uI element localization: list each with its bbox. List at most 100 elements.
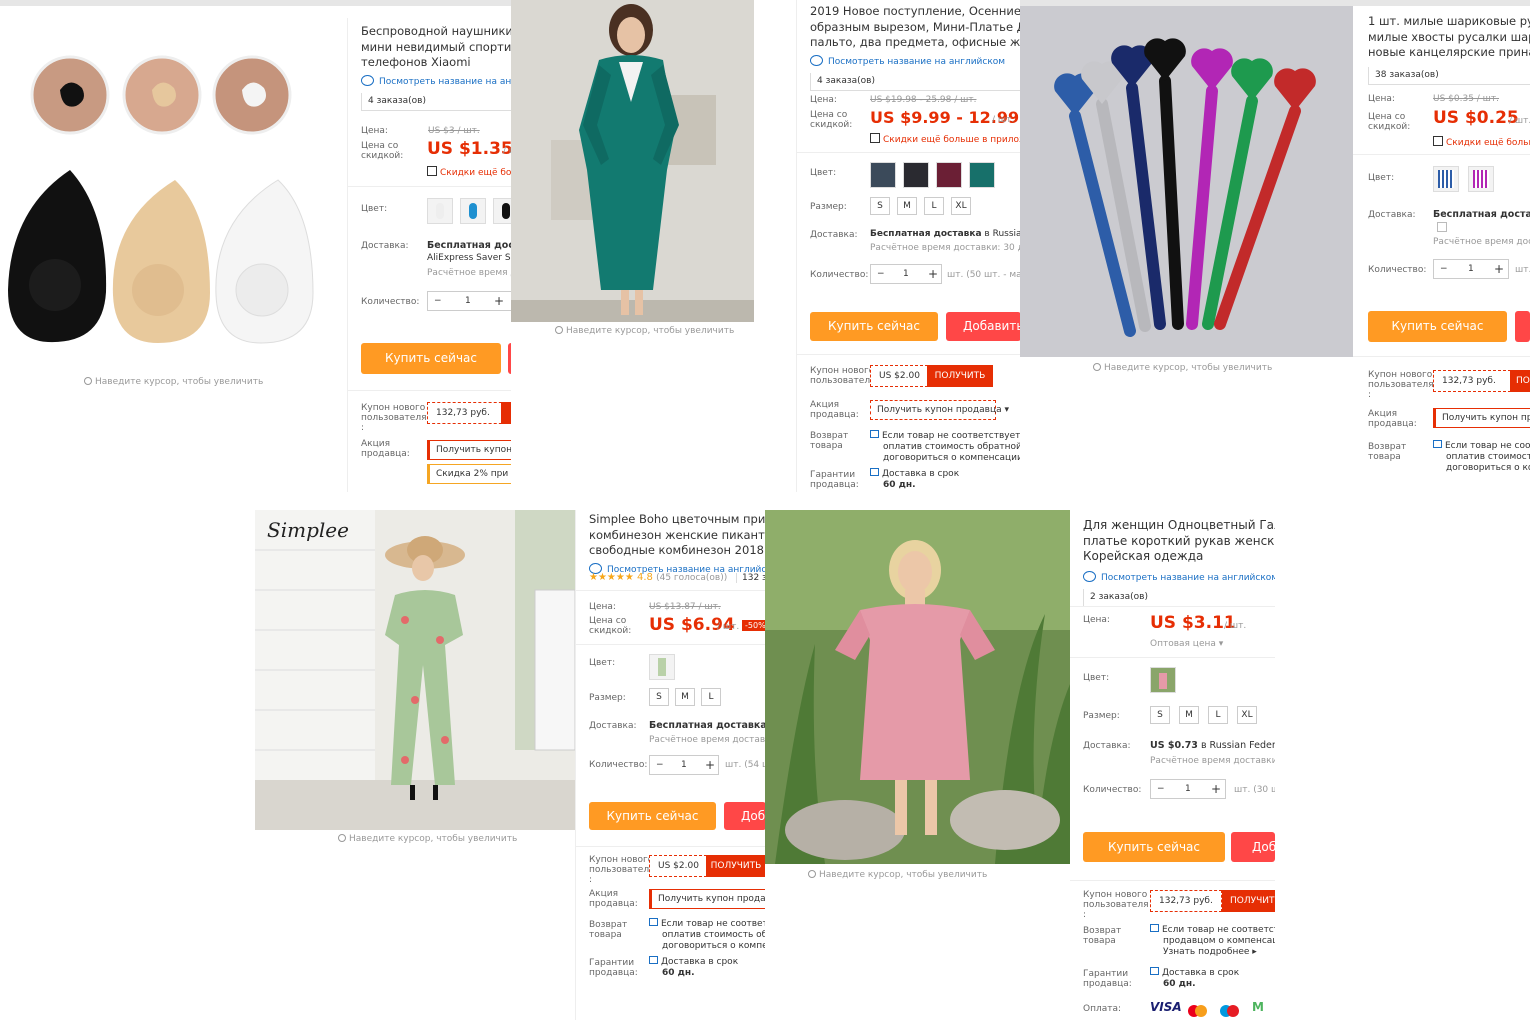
color-swatch[interactable] xyxy=(903,162,929,188)
qr-icon xyxy=(427,166,437,176)
seller-coupon-dropdown[interactable]: Получить купон продавца xyxy=(649,889,765,909)
return-icon xyxy=(1433,440,1442,448)
price-label: Цена: xyxy=(589,602,616,612)
buy-now-button[interactable]: Купить сейчас xyxy=(1083,832,1225,862)
product-image-jumpsuit[interactable] xyxy=(255,510,575,830)
color-swatch[interactable] xyxy=(936,162,962,188)
guarantee-label: Гарантии продавца: xyxy=(589,958,638,978)
translate-link[interactable]: Посмотреть название на английском xyxy=(810,54,1021,67)
qty-plus-button[interactable]: + xyxy=(1494,260,1504,278)
coupon-label: Купон нового пользователя: xyxy=(1083,890,1149,920)
qty-minus-button[interactable]: − xyxy=(656,756,664,774)
size-option[interactable]: M xyxy=(675,688,695,706)
seller-coupon-dropdown[interactable]: Получить купон продавца xyxy=(1433,408,1530,428)
color-swatch-white[interactable] xyxy=(493,198,511,224)
translate-link[interactable]: Посмотреть название на английском xyxy=(361,74,511,87)
size-option[interactable]: L xyxy=(924,197,944,215)
add-to-cart-button[interactable]: Добавить в корзину xyxy=(946,312,1021,341)
color-swatch[interactable] xyxy=(1433,166,1459,192)
truck-icon xyxy=(649,956,658,964)
qty-minus-button[interactable]: − xyxy=(434,292,442,310)
shipping-service[interactable]: AliExpress Saver Shipping xyxy=(427,253,511,263)
product-title-line: комбинезон женские пикантные Высокая xyxy=(589,527,765,542)
size-option[interactable]: M xyxy=(1179,706,1199,724)
product-image-pink-dress[interactable] xyxy=(765,510,1070,864)
product-image-earphones[interactable] xyxy=(0,20,340,360)
learn-more-link[interactable]: Узнать подробнее ▸ xyxy=(1150,947,1275,958)
color-swatch[interactable] xyxy=(649,654,675,680)
size-option[interactable]: M xyxy=(897,197,917,215)
mastercard-icon xyxy=(1188,1002,1207,1020)
product-title-line: 1 шт. милые шариковые ручки xyxy=(1368,14,1530,28)
qty-plus-button[interactable]: + xyxy=(705,756,715,774)
shipping-label: Доставка: xyxy=(1368,210,1416,220)
old-price: US $3 / шт. xyxy=(428,126,480,136)
quantity-stepper[interactable]: − 1 + xyxy=(1150,779,1226,799)
zoom-hint: Наведите курсор, чтобы увеличить xyxy=(84,377,263,387)
app-promo[interactable]: Скидки ещё больше xyxy=(1433,136,1530,148)
order-count: 38 заказа(ов) xyxy=(1368,66,1530,85)
product-image-teal-dress[interactable] xyxy=(511,0,754,322)
buy-now-button[interactable]: Купить сейчас xyxy=(810,312,938,341)
size-option[interactable]: S xyxy=(870,197,890,215)
buy-now-button[interactable]: Купить сейчас xyxy=(1368,311,1507,342)
shipping-dropdown-toggle[interactable] xyxy=(1437,222,1447,232)
color-swatch[interactable] xyxy=(1150,667,1176,693)
product-title-line: свободные комбинезон 2018 Летние xyxy=(589,543,765,557)
product-image-pens[interactable] xyxy=(1020,6,1353,357)
color-swatch-black[interactable] xyxy=(427,198,453,224)
app-promo[interactable]: Скидки ещё больше в приложении xyxy=(870,133,1021,145)
color-swatch-blue[interactable] xyxy=(460,198,486,224)
coupon-get-button[interactable]: ПОЛУЧИТЬ xyxy=(1222,890,1275,912)
discount-label: Цена со скидкой: xyxy=(361,141,404,161)
color-label: Цвет: xyxy=(589,658,616,668)
qty-value[interactable]: 1 xyxy=(465,292,471,310)
buy-now-button[interactable]: Купить сейчас xyxy=(589,802,716,830)
size-option[interactable]: L xyxy=(1208,706,1228,724)
qty-plus-button[interactable]: + xyxy=(494,292,504,310)
app-promo[interactable]: Скидки ещё больше xyxy=(427,166,511,178)
color-label: Цвет: xyxy=(1083,673,1110,683)
discount-label: Цена со скидкой: xyxy=(1368,112,1411,132)
qty-value[interactable]: 1 xyxy=(1468,260,1474,278)
add-to-cart-button[interactable]: Добавить xyxy=(1231,832,1275,862)
quantity-stepper[interactable]: − 1 + xyxy=(427,291,511,311)
old-price: US $0.35 / шт. xyxy=(1433,94,1500,104)
add-to-cart-button[interactable] xyxy=(508,343,511,374)
qty-plus-button[interactable]: + xyxy=(928,265,938,283)
translate-icon xyxy=(1083,570,1096,582)
size-option[interactable]: L xyxy=(701,688,721,706)
quantity-stepper[interactable]: − 1 + xyxy=(1433,259,1509,279)
coupon-get-button[interactable]: ПОЛУЧИТЬ xyxy=(1510,370,1530,392)
wholesale-dropdown[interactable]: Оптовая цена ▾ xyxy=(1150,639,1223,649)
return-label: Возврат товара xyxy=(1368,442,1407,462)
coupon-get-button[interactable]: ПОЛУЧИТЬ xyxy=(706,855,765,877)
seller-coupon-dropdown[interactable]: Получить купон продавца xyxy=(427,440,511,460)
translate-link[interactable]: Посмотреть название на английском xyxy=(1083,570,1275,583)
size-option[interactable]: XL xyxy=(1237,706,1257,724)
shipping-time: Расчётное время доставки xyxy=(1433,237,1530,247)
qty-minus-button[interactable]: − xyxy=(1440,260,1448,278)
add-to-cart-button[interactable] xyxy=(1515,311,1530,342)
quantity-stepper[interactable]: − 1 + xyxy=(870,264,942,284)
qty-value[interactable]: 1 xyxy=(681,756,687,774)
qty-plus-button[interactable]: + xyxy=(1211,780,1221,798)
quantity-stepper[interactable]: − 1 + xyxy=(649,755,719,775)
size-option[interactable]: S xyxy=(649,688,669,706)
coupon-get-button[interactable]: ПОЛУЧИТЬ xyxy=(927,365,993,387)
qty-minus-button[interactable]: − xyxy=(1157,780,1165,798)
seller-coupon-dropdown[interactable]: Получить купон продавца ▾ xyxy=(870,400,1009,420)
qty-minus-button[interactable]: − xyxy=(877,265,885,283)
color-swatch[interactable] xyxy=(969,162,995,188)
color-swatch[interactable] xyxy=(870,162,896,188)
product-title-line: телефонов Xiaomi xyxy=(361,55,471,69)
color-swatch[interactable] xyxy=(1468,166,1494,192)
buy-now-button[interactable]: Купить сейчас xyxy=(361,343,501,374)
size-option[interactable]: S xyxy=(1150,706,1170,724)
qty-value[interactable]: 1 xyxy=(903,265,909,283)
return-label: Возврат товара xyxy=(1083,926,1122,946)
coupon-get-button[interactable] xyxy=(501,402,511,424)
add-to-cart-button[interactable]: Добавить xyxy=(724,802,765,830)
size-option[interactable]: XL xyxy=(951,197,971,215)
qty-value[interactable]: 1 xyxy=(1185,780,1191,798)
